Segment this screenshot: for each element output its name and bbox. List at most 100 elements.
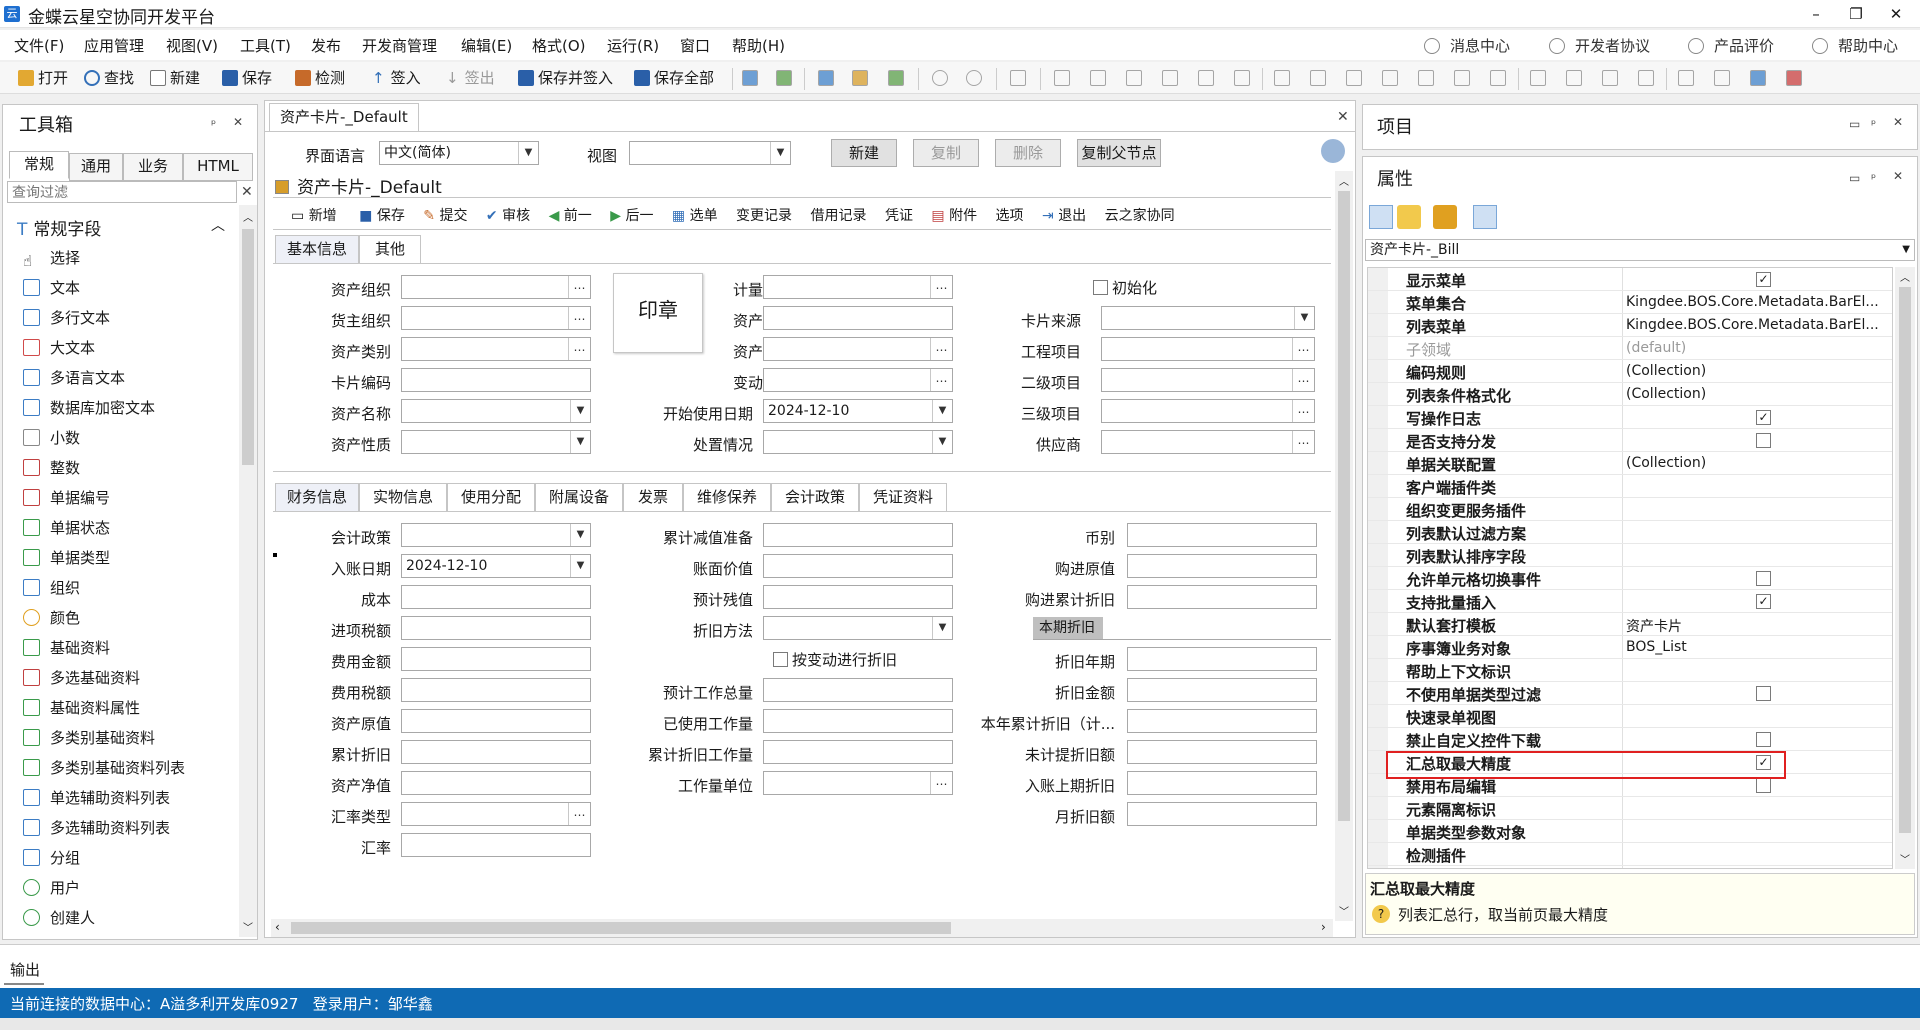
distribute-icon[interactable] [1454, 70, 1470, 86]
same-size-icon[interactable] [1346, 70, 1362, 86]
tab-invoice[interactable]: 发票 [623, 483, 683, 511]
toolbox-item-multilang-text[interactable]: 多语言文本 [23, 363, 125, 393]
property-row[interactable]: 列表条件格式化 (Collection) [1368, 383, 1892, 406]
scroll-down-icon[interactable]: ﹀ [1900, 851, 1910, 866]
object-selector[interactable]: 资产卡片-_Bill ▼ [1365, 239, 1915, 261]
scroll-down-icon[interactable]: ﹀ [1339, 903, 1349, 918]
form-tool-borrow-record[interactable]: 借用记录 [811, 208, 867, 224]
close-window-button[interactable]: ✕ [1876, 3, 1916, 25]
close-icon[interactable]: ✕ [233, 115, 243, 129]
field-purchase-value[interactable] [1127, 554, 1317, 578]
ellipsis-icon[interactable]: … [1292, 431, 1314, 453]
property-checkbox[interactable]: ✓ [1756, 594, 1771, 609]
document-hscroll-thumb[interactable] [291, 922, 951, 934]
property-row[interactable]: 列表默认排序字段 [1368, 544, 1892, 567]
field-card-code[interactable] [401, 368, 591, 392]
ellipsis-icon[interactable]: … [930, 772, 952, 794]
pin-icon[interactable]: ᵖ [211, 117, 216, 131]
property-value[interactable]: (Collection) [1626, 363, 1886, 379]
menu-help[interactable]: 帮助(H) [732, 35, 785, 56]
toolbox-group-header[interactable]: T 常规字段 [17, 215, 101, 240]
field-cost[interactable] [401, 585, 591, 609]
form-icon[interactable] [742, 70, 758, 86]
property-checkbox[interactable] [1756, 433, 1771, 448]
bring-front-icon[interactable] [1678, 70, 1694, 86]
tab-physical-info[interactable]: 实物信息 [359, 483, 447, 511]
toolbox-item-multi-basedata[interactable]: 多选基础资料 [23, 663, 140, 693]
float-icon[interactable]: ▭ [1849, 171, 1860, 185]
ui-language-select[interactable]: 中文(简体) ▼ [379, 141, 539, 165]
scroll-up-icon[interactable]: ︿ [243, 209, 253, 224]
close-icon[interactable]: ✕ [1893, 169, 1903, 183]
field-expense-amount[interactable] [401, 647, 591, 671]
field-accum-depr-workload[interactable] [763, 740, 953, 764]
clear-filter-icon[interactable]: ✕ [241, 184, 253, 200]
property-row[interactable]: 元素隔离标识 [1368, 797, 1892, 820]
scroll-down-icon[interactable]: ﹀ [243, 919, 253, 934]
tab-basic-info[interactable]: 基本信息 [275, 235, 359, 263]
toolbox-item-bill-number[interactable]: 单据编号 [23, 483, 110, 513]
toolbox-item-color[interactable]: 颜色 [23, 603, 80, 633]
save-all-button[interactable]: 保存全部 [634, 67, 714, 88]
field-asset-nature[interactable]: ▼ [401, 430, 591, 454]
message-center-link[interactable]: 消息中心 [1424, 35, 1510, 56]
field-asset-quantity[interactable] [763, 306, 953, 330]
grid-icon[interactable] [1490, 70, 1506, 86]
close-icon[interactable]: ✕ [1893, 115, 1903, 129]
output-tab[interactable]: 输出 [10, 959, 40, 980]
field-supplier[interactable]: … [1101, 430, 1315, 454]
form-tool-change-record[interactable]: 变更记录 [736, 208, 792, 224]
ellipsis-icon[interactable]: … [568, 803, 590, 825]
close-document-icon[interactable]: ✕ [1337, 109, 1349, 125]
property-value[interactable]: Kingdee.BOS.Core.Metadata.BarEl... [1626, 317, 1886, 333]
toolbox-item-group[interactable]: 分组 [23, 843, 80, 873]
property-row[interactable]: 支持批量插入 ✓ [1368, 590, 1892, 613]
field-depr-amount[interactable] [1127, 678, 1317, 702]
document-vscrollbar[interactable]: ︿ ﹀ [1335, 171, 1353, 921]
toolbox-item-basedata-prop[interactable]: 基础资料属性 [23, 693, 140, 723]
field-change-method[interactable]: … [763, 368, 953, 392]
tab-general[interactable]: 常规 [9, 151, 69, 179]
developer-agreement-link[interactable]: 开发者协议 [1549, 35, 1650, 56]
toolbox-item-select[interactable]: ☝ 选择 [23, 243, 80, 273]
same-height-icon[interactable] [1310, 70, 1326, 86]
toolbox-item-bill-type[interactable]: 单据类型 [23, 543, 110, 573]
scroll-right-icon[interactable]: › [1321, 920, 1326, 934]
field-accum-impairment[interactable] [763, 523, 953, 547]
collapse-icon[interactable]: ︿ [211, 215, 225, 235]
open-button[interactable]: 打开 [18, 67, 68, 88]
export-icon[interactable] [888, 70, 904, 86]
field-rate[interactable] [401, 833, 591, 857]
property-row[interactable]: 单据类型参数对象 [1368, 820, 1892, 843]
toolbox-scroll-thumb[interactable] [242, 229, 254, 465]
toolbox-item-multi-category-basedata[interactable]: 多类别基础资料 [23, 723, 155, 753]
property-row[interactable]: 单据关联配置 (Collection) [1368, 452, 1892, 475]
h-spacing-icon[interactable] [1382, 70, 1398, 86]
ellipsis-icon[interactable]: … [1292, 369, 1314, 391]
scroll-up-icon[interactable]: ︿ [1900, 269, 1910, 284]
minimize-button[interactable]: – [1796, 3, 1836, 25]
tab-voucher-info[interactable]: 凭证资料 [859, 483, 947, 511]
toolbox-item-bill-status[interactable]: 单据状态 [23, 513, 110, 543]
property-row[interactable]: 不使用单据类型过滤 [1368, 682, 1892, 705]
form-tool-next[interactable]: ▶ 后一 [610, 208, 653, 224]
toolbox-item-org[interactable]: 组织 [23, 573, 80, 603]
pin-icon[interactable]: ᵖ [1871, 117, 1876, 131]
property-checkbox[interactable] [1756, 732, 1771, 747]
field-est-workload[interactable] [763, 678, 953, 702]
maximize-icon[interactable]: ▭ [1849, 117, 1860, 131]
field-owner-org[interactable]: … [401, 306, 591, 330]
property-row[interactable]: 默认套打模板 资产卡片 [1368, 613, 1892, 636]
field-start-date[interactable]: 2024-12-10 ▼ [763, 399, 953, 423]
menu-edit[interactable]: 编辑(E) [461, 35, 512, 56]
tools-icon[interactable] [852, 70, 868, 86]
new-view-button[interactable]: 新建 [831, 139, 897, 167]
field-depr-years[interactable] [1127, 647, 1317, 671]
field-project[interactable]: … [1101, 337, 1315, 361]
field-original-value[interactable] [401, 709, 591, 733]
categorized-icon[interactable] [1369, 205, 1393, 229]
menu-developer-management[interactable]: 开发商管理 [362, 35, 437, 56]
field-accum-depr[interactable] [401, 740, 591, 764]
tab-business[interactable]: 业务 [123, 153, 183, 181]
property-checkbox[interactable] [1756, 571, 1771, 586]
